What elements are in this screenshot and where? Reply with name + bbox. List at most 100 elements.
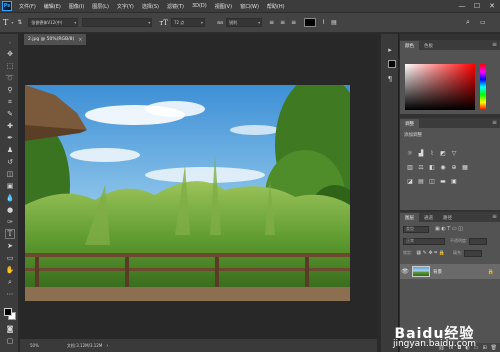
eraser-tool-icon[interactable]: ◫ [5,169,15,179]
tab-paths[interactable]: 路径 [438,213,457,222]
font-family-select[interactable]: 张俊德体V12(中) ▾ [28,18,79,27]
align-center-icon[interactable]: ≡ [280,19,285,26]
text-tool-icon[interactable]: T [3,18,8,27]
quick-select-tool-icon[interactable]: ⚲ [5,85,15,95]
chevron-right-icon[interactable]: › [106,343,108,349]
hue-slider[interactable] [480,64,486,110]
more-tools-icon[interactable]: ⋯ [5,289,15,299]
font-size-select[interactable]: 72 点 ▾ [170,18,205,27]
document-image[interactable] [25,85,350,301]
color-lookup-icon[interactable]: ▦ [461,164,469,171]
search-icon[interactable]: ⌕ [466,18,470,27]
marquee-tool-icon[interactable]: ⬚ [5,61,15,71]
zoom-tool-icon[interactable]: ⌕ [5,277,15,287]
curves-icon[interactable]: ⌇ [428,150,436,157]
layer-row[interactable]: 👁 背景 🔒 [400,264,500,279]
brightness-icon[interactable]: ☼ [406,150,414,157]
blend-mode-select[interactable]: 正常 [403,237,445,245]
tab-adjustments[interactable]: 调整 [400,119,419,128]
hand-tool-icon[interactable]: ✋ [5,265,15,275]
workspace-icon[interactable]: ▭ [480,19,486,26]
panel-menu-icon[interactable]: ≡ [492,41,497,48]
hue-saturation-icon[interactable]: ▥ [406,164,414,171]
brush-tool-icon[interactable]: ✒ [5,133,15,143]
collapse-icon[interactable]: » [5,37,15,47]
font-style-select[interactable]: ▾ [82,18,153,27]
crop-tool-icon[interactable]: ⌗ [5,97,15,107]
panel-menu-icon[interactable]: ≡ [492,119,497,126]
menu-3d[interactable]: 3D(D) [188,3,211,9]
close-icon[interactable]: × [78,37,82,43]
tab-color[interactable]: 颜色 [400,41,419,50]
new-layer-icon[interactable]: ⊞ [482,345,486,351]
layer-name[interactable]: 背景 [433,269,442,275]
zoom-level[interactable]: 50% [30,343,39,348]
eyedropper-tool-icon[interactable]: ✎ [5,109,15,119]
invert-icon[interactable]: ◪ [406,178,414,185]
menu-help[interactable]: 帮助(H) [263,3,289,10]
menu-select[interactable]: 选择(S) [138,3,163,10]
type-tool-icon[interactable]: T [5,229,15,239]
history-brush-tool-icon[interactable]: ↺ [5,157,15,167]
lasso-tool-icon[interactable]: ➰ [5,73,15,83]
menu-type[interactable]: 文字(Y) [113,3,138,10]
menu-image[interactable]: 图像(I) [65,3,88,10]
quick-mask-icon[interactable]: ◙ [5,324,15,334]
menu-file[interactable]: 文件(F) [15,3,40,10]
maximize-button[interactable]: ☐ [470,0,484,12]
black-white-icon[interactable]: ◧ [428,164,436,171]
menu-layer[interactable]: 图层(L) [88,3,113,10]
warp-text-icon[interactable]: ⌇ [322,19,325,26]
text-orientation-icon[interactable]: ⇅ [17,19,22,26]
text-color-swatch[interactable] [304,18,317,27]
history-panel-icon[interactable]: ▸ [385,45,395,55]
document-tab[interactable]: 2.jpg @ 50%(RGB/8) × [24,34,86,45]
align-left-icon[interactable]: ≡ [269,19,274,26]
panel-menu-icon[interactable]: ≡ [492,213,497,220]
menu-window[interactable]: 窗口(W) [236,3,263,10]
levels-icon[interactable]: ▟ [417,150,425,157]
foreground-color-swatch[interactable] [4,308,12,316]
tab-channels[interactable]: 通道 [419,213,438,222]
eye-icon[interactable]: 👁 [400,268,410,275]
lock-icons[interactable]: ▦ ✎ ✥ ⌗ 🔒 [416,250,445,256]
color-foreground-swatch[interactable] [388,60,396,68]
screen-mode-icon[interactable]: ▢ [5,336,15,346]
opacity-input[interactable] [469,237,488,245]
trash-icon[interactable]: 🗑 [491,345,497,351]
pen-tool-icon[interactable]: ✑ [5,217,15,227]
layer-kind-filter[interactable]: 类型 [403,225,429,233]
antialias-select[interactable]: 锐利 ▾ [226,18,263,27]
path-select-tool-icon[interactable]: ➤ [5,241,15,251]
exposure-icon[interactable]: ◩ [439,150,447,157]
shape-tool-icon[interactable]: ▭ [5,253,15,263]
blur-tool-icon[interactable]: 💧 [5,193,15,203]
tab-swatches[interactable]: 色板 [419,41,438,50]
healing-brush-tool-icon[interactable]: ✚ [5,121,15,131]
close-button[interactable]: ✕ [485,0,499,12]
threshold-icon[interactable]: ◫ [428,178,436,185]
move-tool-icon[interactable]: ✥ [5,49,15,59]
photo-filter-icon[interactable]: ◉ [439,164,447,171]
gradient-map-icon[interactable]: ▬ [439,178,447,185]
tool-preset-chevron-icon[interactable]: ▾ [11,20,13,25]
vibrance-icon[interactable]: ▽ [450,150,458,157]
menu-edit[interactable]: 编辑(E) [40,3,65,10]
clone-stamp-tool-icon[interactable]: ♟ [5,145,15,155]
minimize-button[interactable]: — [455,0,469,12]
document-info[interactable]: 文档:3.12M/3.12M [67,343,102,349]
color-field[interactable] [405,64,475,110]
dodge-tool-icon[interactable]: ● [5,205,15,215]
align-right-icon[interactable]: ≡ [291,19,296,26]
gradient-tool-icon[interactable]: ▣ [5,181,15,191]
menu-view[interactable]: 视图(V) [211,3,236,10]
posterize-icon[interactable]: ▤ [417,178,425,185]
tab-layers[interactable]: 图层 [400,213,419,222]
filter-icons[interactable]: ▣ ◐ T ▭ ◫ [435,226,463,232]
character-panel-icon[interactable]: ▤ [331,19,337,26]
fill-input[interactable] [464,249,483,257]
menu-filter[interactable]: 滤镜(T) [163,3,188,10]
channel-mixer-icon[interactable]: ⊕ [450,164,458,171]
selective-color-icon[interactable]: ▣ [450,178,458,185]
color-balance-icon[interactable]: ⚖ [417,164,425,171]
